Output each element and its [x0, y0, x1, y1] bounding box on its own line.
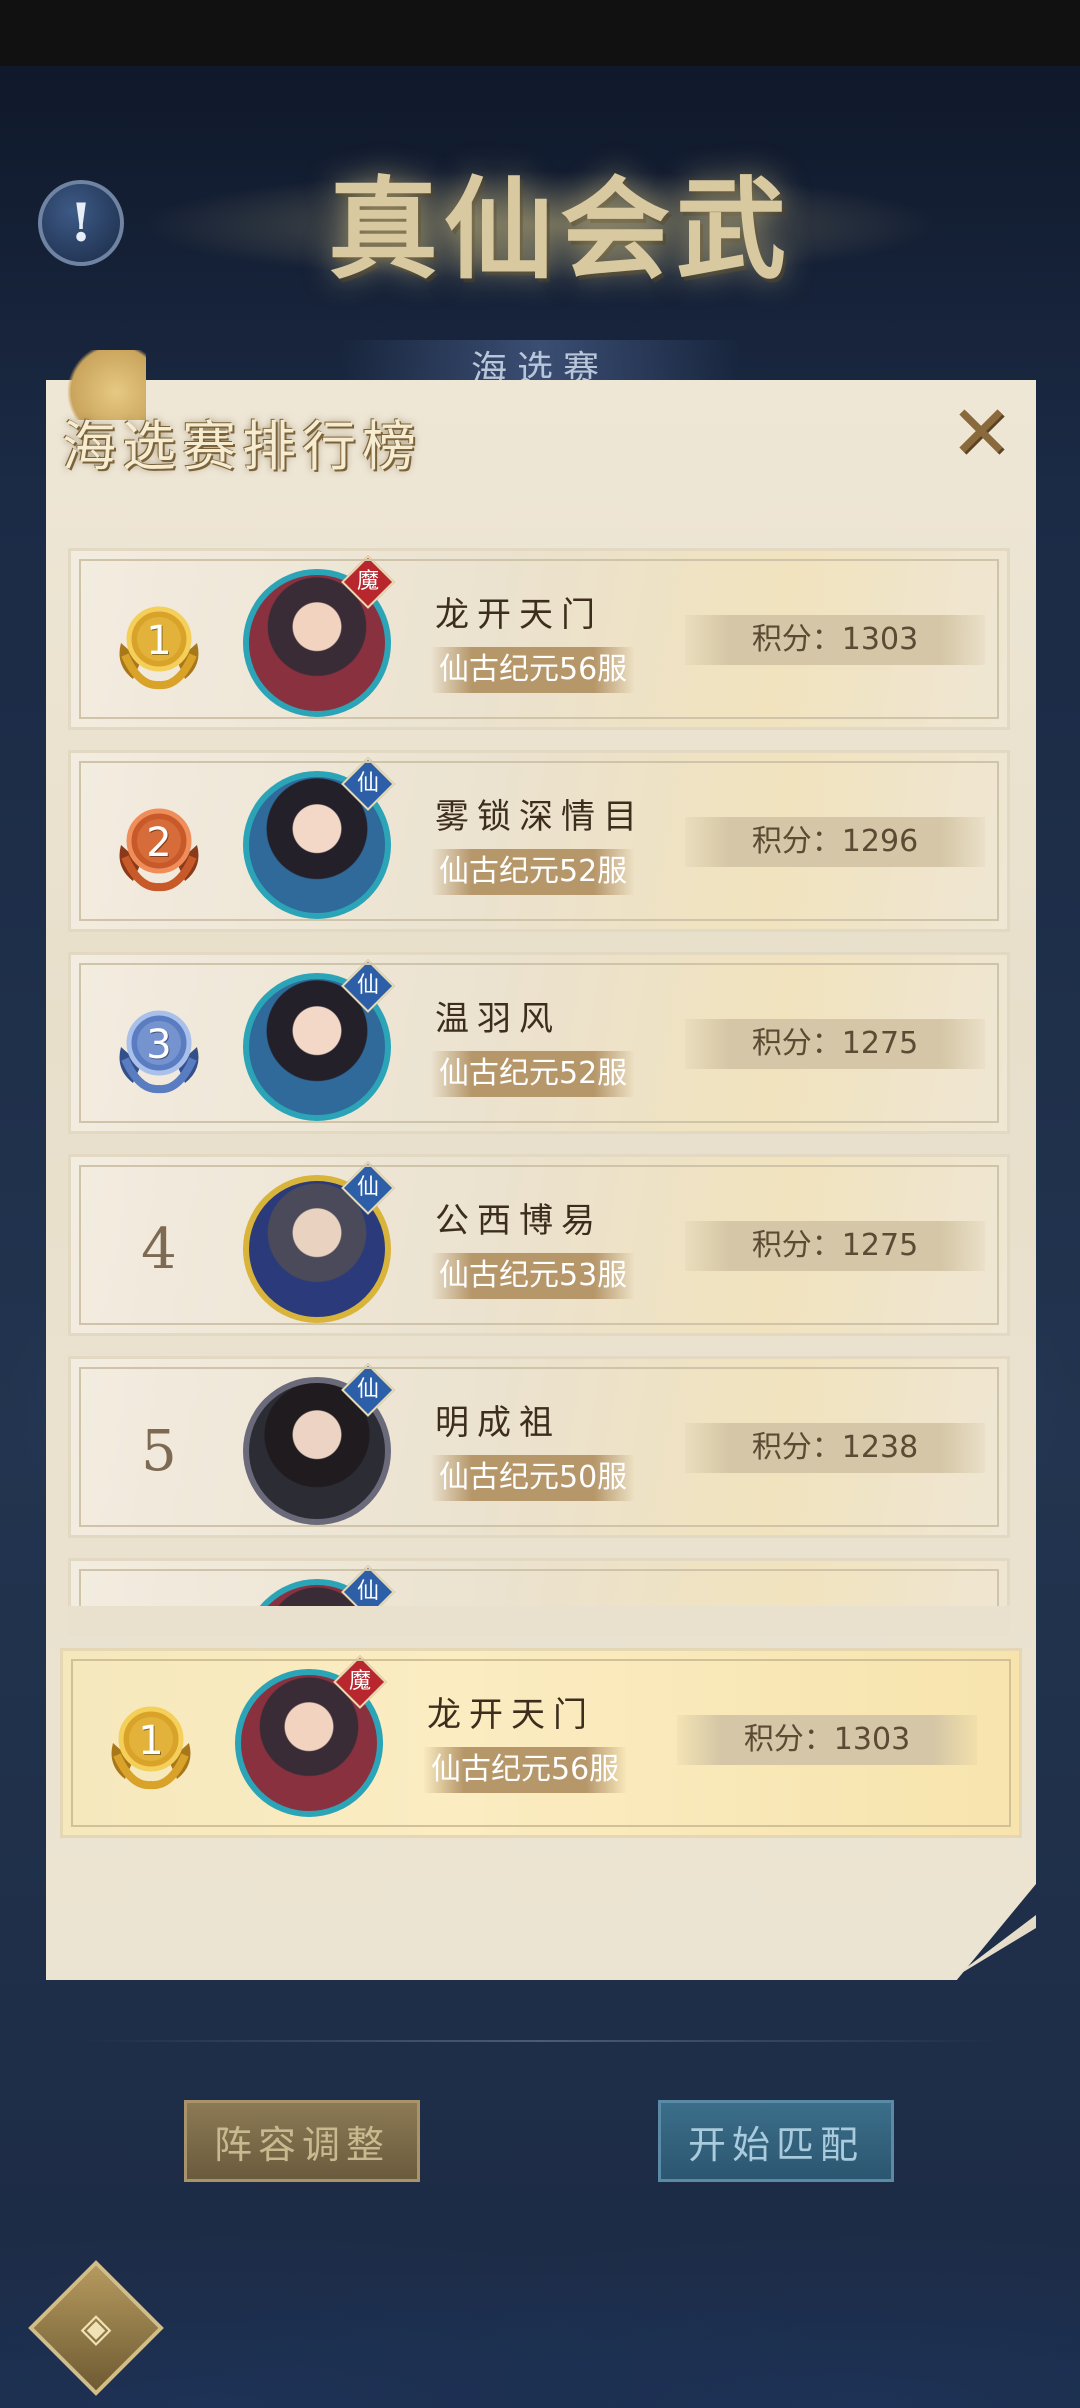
rank-number: 4 [141, 1216, 177, 1282]
close-button[interactable]: ✕ [948, 390, 1014, 476]
info-button[interactable]: ! [38, 180, 124, 266]
score-label: 积分：1275 [685, 1221, 985, 1271]
ranking-row[interactable]: 仙 [68, 1558, 1010, 1606]
faction-label: 仙 [356, 771, 379, 796]
server-tag: 仙古纪元52服 [431, 849, 636, 895]
my-rank-row: 1 魔龙开天门仙古纪元56服 积分：1303 [60, 1648, 1022, 1838]
faction-label: 仙 [356, 1175, 379, 1200]
faction-label: 仙 [356, 1377, 379, 1402]
rank-number: 2 [146, 820, 172, 866]
status-bar [0, 0, 1080, 66]
player-name: 雾锁深情目 [435, 797, 645, 837]
player-name: 温羽风 [435, 999, 561, 1039]
faction-label: 魔 [348, 1669, 371, 1694]
divider [80, 2040, 1000, 2042]
ranking-row[interactable]: 3 仙温羽风仙古纪元52服 积分：1275 [68, 952, 1010, 1134]
player-name: 龙开天门 [427, 1695, 595, 1735]
score-label: 积分：1296 [685, 817, 985, 867]
server-tag: 仙古纪元52服 [431, 1051, 636, 1097]
faction-label: 魔 [356, 569, 379, 594]
start-match-button[interactable]: 开始匹配 [658, 2100, 894, 2182]
player-name: 公西博易 [435, 1201, 603, 1241]
server-tag: 仙古纪元50服 [431, 1455, 636, 1501]
server-tag: 仙古纪元53服 [431, 1253, 636, 1299]
rank-number: 1 [146, 618, 172, 664]
score-label: 积分：1238 [685, 1423, 985, 1473]
rank-number: 1 [138, 1718, 164, 1764]
score-label: 积分：1275 [685, 1019, 985, 1069]
faction-label: 仙 [356, 1579, 379, 1604]
list-fade [68, 1606, 1010, 1636]
score-label: 积分：1303 [685, 615, 985, 665]
game-title: 真仙会武 [328, 165, 792, 294]
server-tag: 仙古纪元56服 [423, 1747, 628, 1793]
score-label: 积分：1303 [677, 1715, 977, 1765]
faction-label: 仙 [356, 973, 379, 998]
rank-number: 5 [141, 1418, 177, 1484]
server-tag: 仙古纪元56服 [431, 647, 636, 693]
lineup-adjust-button[interactable]: 阵容调整 [184, 2100, 420, 2182]
emblem-icon: ◈ [80, 2305, 112, 2351]
ranking-row[interactable]: 1 魔龙开天门仙古纪元56服 积分：1303 [68, 548, 1010, 730]
ranking-row[interactable]: 2 仙雾锁深情目仙古纪元52服 积分：1296 [68, 750, 1010, 932]
ranking-list[interactable]: 1 魔龙开天门 仙古纪元56服 积分：1303 2 仙雾锁深情目 仙古纪元52服 积分：129… [68, 548, 1010, 1606]
ranking-row[interactable]: 5 仙明成祖仙古纪元50服 积分：1238 [68, 1356, 1010, 1538]
background-clouds [0, 2200, 1080, 2408]
player-name: 明成祖 [435, 1403, 561, 1443]
panel-title: 海选赛排行榜 [62, 415, 422, 478]
player-name: 龙开天门 [435, 595, 603, 635]
rank-number: 3 [146, 1022, 172, 1068]
ranking-row[interactable]: 4 仙公西博易仙古纪元53服 积分：1275 [68, 1154, 1010, 1336]
